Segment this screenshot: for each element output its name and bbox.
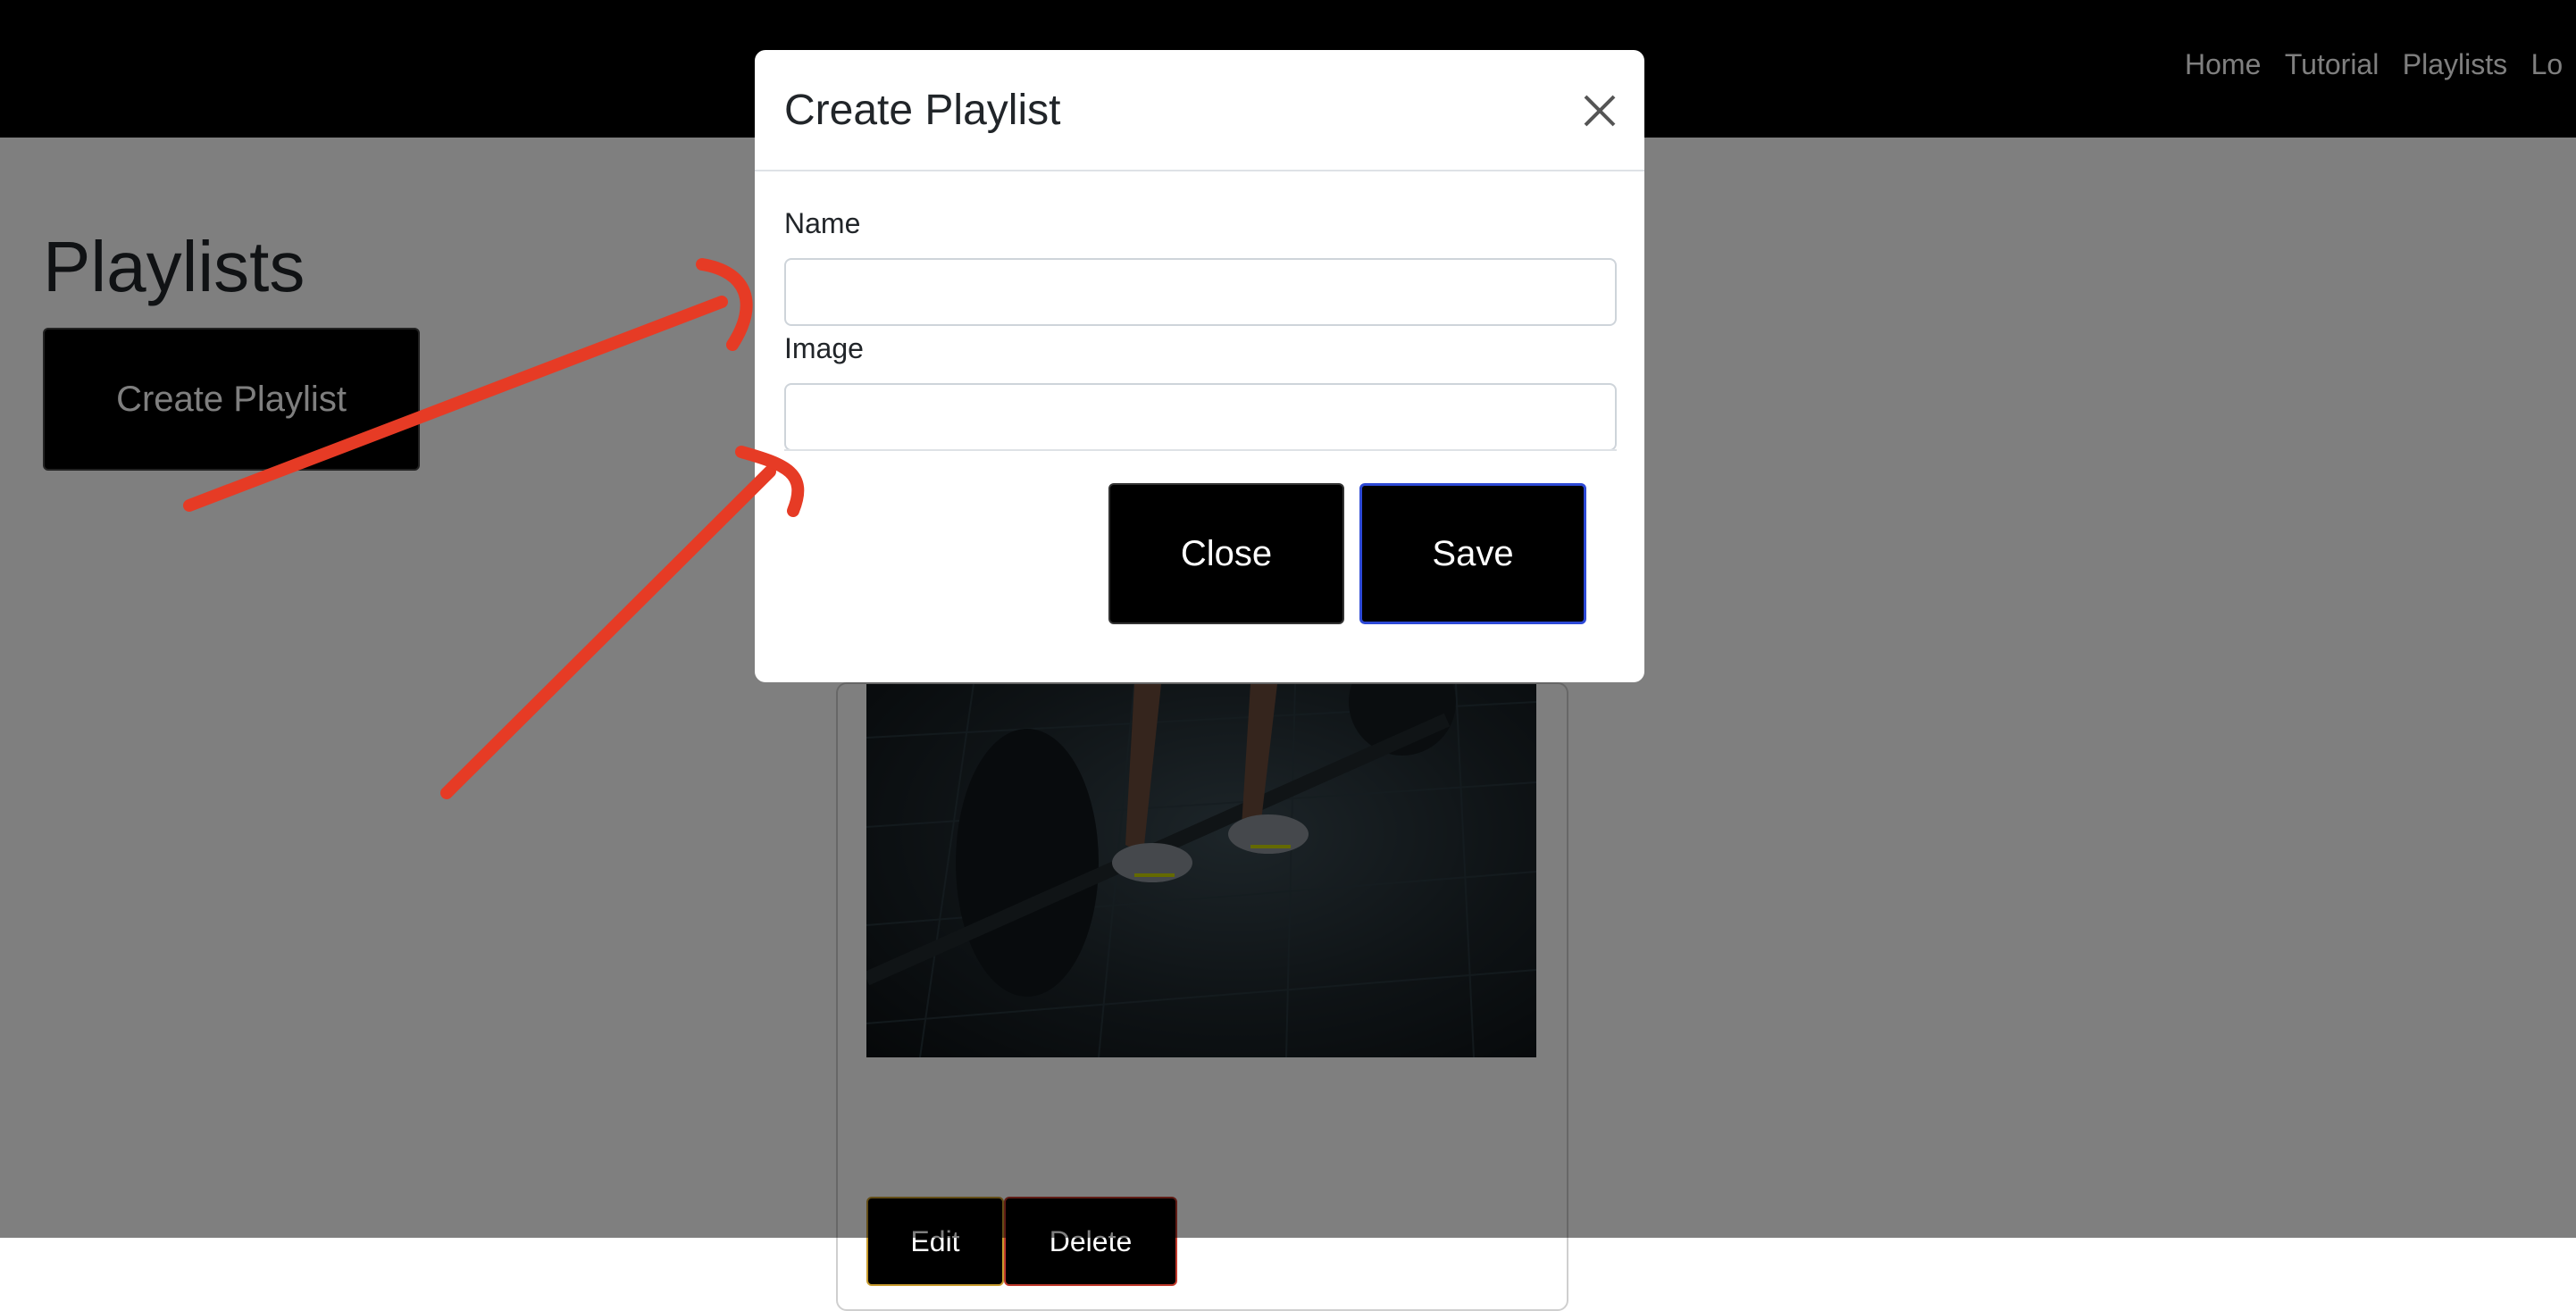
close-icon[interactable] xyxy=(1580,91,1619,130)
name-input[interactable] xyxy=(784,258,1617,326)
create-playlist-modal: Create Playlist Name Image Close Save xyxy=(755,50,1644,682)
image-input[interactable] xyxy=(784,383,1617,451)
modal-header: Create Playlist xyxy=(755,50,1644,171)
close-button[interactable]: Close xyxy=(1108,483,1344,624)
modal-footer-divider xyxy=(784,449,1617,451)
name-label: Name xyxy=(784,207,861,239)
image-label: Image xyxy=(784,332,864,364)
modal-title: Create Playlist xyxy=(784,87,1061,134)
save-button[interactable]: Save xyxy=(1359,483,1586,624)
